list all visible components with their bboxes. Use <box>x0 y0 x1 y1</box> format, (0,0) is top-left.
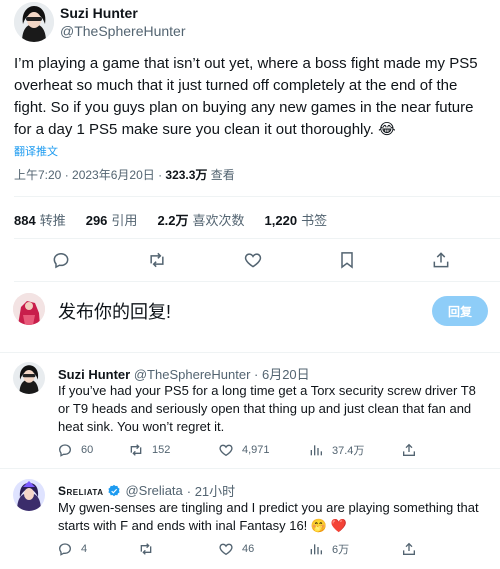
views-count: 37.4万 <box>332 445 365 457</box>
reply-author-handle[interactable]: @TheSphereHunter <box>134 367 251 382</box>
heart-icon <box>219 444 233 457</box>
reply-date[interactable]: · 21小时 <box>187 481 235 500</box>
quotes-stat[interactable]: 296 引用 <box>86 210 138 229</box>
reply-like-button[interactable]: 4,971 <box>218 442 270 458</box>
divider <box>14 281 500 282</box>
divider <box>0 352 500 353</box>
reply-text: If you’ve had your PS5 for a long time g… <box>58 383 476 434</box>
like-count: 4,971 <box>242 444 270 456</box>
like-button[interactable] <box>243 250 263 270</box>
author-avatar[interactable] <box>14 2 54 42</box>
tweet-text: I’m playing a game that isn’t out yet, w… <box>14 55 478 138</box>
reply-retweet-button[interactable]: 152 <box>128 442 170 458</box>
reply-icon <box>58 444 72 457</box>
reply-input[interactable]: 发布你的回复! <box>58 298 171 324</box>
reply-text: My gwen-senses are tingling and I predic… <box>58 500 479 533</box>
reply-author-handle[interactable]: @Sreliata <box>125 483 182 498</box>
current-user-avatar[interactable] <box>13 293 45 325</box>
views-icon <box>310 544 322 555</box>
reply-avatar[interactable] <box>13 479 45 511</box>
retweet-icon <box>140 543 152 555</box>
bookmark-icon <box>341 252 353 269</box>
share-icon <box>403 443 415 456</box>
reply-author-name[interactable]: Sreliata <box>58 484 103 498</box>
reply-icon <box>58 543 72 556</box>
reply-author-name[interactable]: Suzi Hunter <box>58 367 130 382</box>
retweet-count: 152 <box>152 444 171 456</box>
reply-reply-button[interactable]: 60 <box>57 442 93 458</box>
reply-icon <box>53 252 69 269</box>
divider <box>0 468 500 469</box>
tweet-timestamp: 上午7:20 · 2023年6月20日 · 323.3万 查看 <box>14 166 235 183</box>
stats-row: 884 转推 296 引用 2.2万 喜欢次数 1,220 书签 <box>14 210 327 229</box>
divider <box>14 238 500 239</box>
verified-badge-icon <box>108 484 121 496</box>
reply-views-button[interactable]: 37.4万 <box>308 442 364 458</box>
retweets-stat[interactable]: 884 转推 <box>14 210 66 229</box>
views-icon <box>310 445 322 456</box>
likes-stat[interactable]: 2.2万 喜欢次数 <box>157 210 244 229</box>
reply-submit-button[interactable]: 回复 <box>432 296 488 326</box>
retweet-icon <box>150 252 164 268</box>
reply-like-button[interactable]: 46 <box>218 541 254 557</box>
bookmarks-stat[interactable]: 1,220 书签 <box>265 210 328 229</box>
reply-header: Sreliata @Sreliata · 21小时 <box>58 481 235 500</box>
like-count: 46 <box>242 543 255 555</box>
views-label: 查看 <box>207 168 235 182</box>
heart-icon <box>219 543 233 556</box>
reply-avatar[interactable] <box>13 362 45 394</box>
retweet-icon <box>130 444 142 456</box>
author-handle[interactable]: @TheSphereHunter <box>60 23 186 39</box>
retweet-button[interactable] <box>147 250 167 270</box>
reply-header: Suzi Hunter @TheSphereHunter · 6月20日 <box>58 364 310 383</box>
reply-date[interactable]: · 6月20日 <box>254 367 310 382</box>
reply-share-button[interactable] <box>401 541 417 557</box>
reply-button[interactable] <box>51 250 71 270</box>
views-count: 6万 <box>332 544 350 556</box>
reply-share-button[interactable] <box>401 442 417 458</box>
translate-link[interactable]: 翻译推文 <box>14 143 58 159</box>
share-icon <box>433 252 449 268</box>
author-name[interactable]: Suzi Hunter <box>60 5 138 21</box>
heart-icon <box>244 253 262 268</box>
bookmark-button[interactable] <box>337 250 357 270</box>
share-button[interactable] <box>431 250 451 270</box>
reply-count: 60 <box>81 444 94 456</box>
reply-count: 4 <box>81 543 88 555</box>
reply-views-button[interactable]: 6万 <box>308 541 349 557</box>
tweet-time[interactable]: 上午7:20 · 2023年6月20日 · <box>14 168 165 182</box>
views-count: 323.3万 <box>165 168 208 182</box>
reply-retweet-button[interactable] <box>138 541 154 557</box>
divider <box>14 196 500 197</box>
reply-reply-button[interactable]: 4 <box>57 541 87 557</box>
share-icon <box>403 542 415 555</box>
